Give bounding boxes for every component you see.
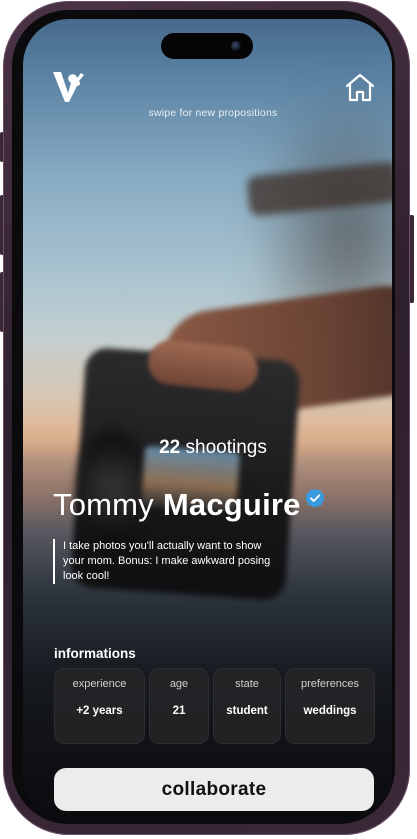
app-screen: swipe for new propositions 22 shootings …	[23, 19, 392, 819]
info-card-value: student	[226, 705, 268, 717]
phone-frame: swipe for new propositions 22 shootings …	[0, 0, 415, 837]
shootings-label: shootings	[185, 437, 267, 458]
info-card-age: age 21	[149, 668, 209, 744]
front-camera-icon	[231, 41, 241, 51]
verified-badge-icon	[304, 488, 325, 508]
info-card-state: state student	[213, 668, 281, 744]
informations-title: informations	[54, 646, 136, 661]
info-card-value: +2 years	[76, 705, 123, 717]
info-card-label: preferences	[300, 678, 360, 690]
swipe-hint-text: swipe for new propositions	[148, 107, 278, 119]
info-card-label: state	[235, 678, 259, 690]
info-card-value: 21	[172, 705, 186, 717]
last-name: Macguire	[162, 487, 301, 522]
home-icon[interactable]	[343, 71, 377, 105]
info-card-label: age	[169, 678, 189, 690]
dynamic-island	[161, 33, 253, 59]
info-card-value: weddings	[303, 705, 357, 717]
first-name: Tommy	[53, 487, 154, 522]
shootings-number: 22	[159, 437, 181, 458]
info-card-experience: experience +2 years	[54, 668, 145, 744]
v-brand-logo-icon[interactable]	[51, 69, 87, 105]
photographer-name: Tommy Macguire	[53, 483, 326, 527]
shootings-count: 22 shootings	[23, 437, 392, 459]
info-card-preferences: preferences weddings	[285, 668, 375, 744]
informations-cards: experience +2 years age 21 state student…	[54, 668, 375, 744]
info-card-label: experience	[72, 678, 127, 690]
bio-text: I take photos you'll actually want to sh…	[53, 539, 273, 584]
collaborate-button[interactable]: collaborate	[54, 768, 374, 811]
